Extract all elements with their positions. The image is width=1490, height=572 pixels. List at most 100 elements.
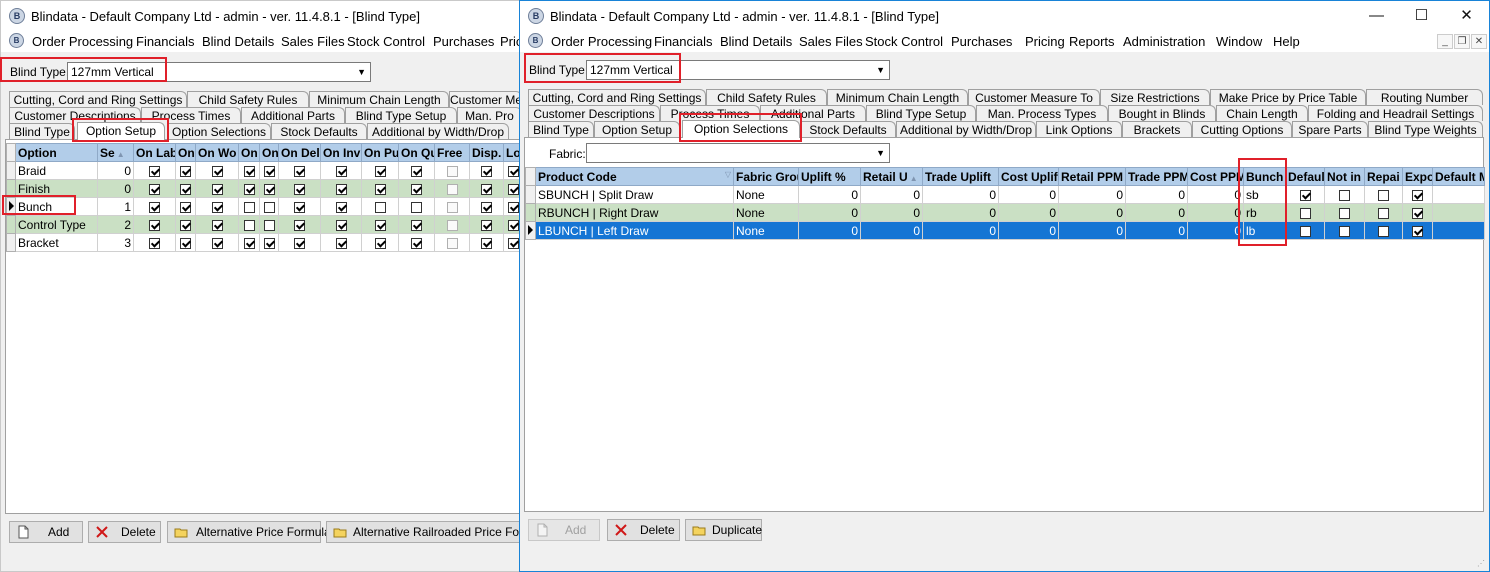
checkbox[interactable]	[1299, 207, 1311, 219]
cost-ppm-cell[interactable]: 0	[1187, 203, 1244, 222]
cost-ppm-cell[interactable]: 0	[1187, 221, 1244, 240]
checkbox[interactable]	[411, 237, 422, 249]
add-button[interactable]: Add	[9, 521, 83, 543]
uplift-cell[interactable]: 0	[798, 185, 861, 204]
checkbox[interactable]	[211, 237, 223, 249]
cost-ppm-cell[interactable]: 0	[1187, 185, 1244, 204]
checkbox-cell[interactable]	[195, 233, 239, 252]
col-on-a[interactable]: On	[175, 143, 196, 162]
retail-uplift-cell[interactable]: 0	[860, 185, 923, 204]
checkbox[interactable]	[211, 219, 223, 231]
checkbox-cell[interactable]	[238, 233, 260, 252]
alt-railroaded-price-button[interactable]: Alternative Railroaded Price Formula	[326, 521, 520, 543]
row-indicator[interactable]	[525, 185, 536, 204]
row-indicator[interactable]	[6, 233, 16, 252]
tab-customer-descriptions[interactable]: Customer Descriptions	[528, 105, 660, 121]
col-on-label[interactable]: On Lab	[133, 143, 176, 162]
fabric-group-cell[interactable]: None	[733, 221, 799, 240]
mdi-child-icon[interactable]: B	[9, 33, 24, 48]
checkbox-cell[interactable]	[278, 233, 321, 252]
col-on-c[interactable]: On	[259, 143, 279, 162]
checkbox-cell[interactable]	[469, 179, 504, 198]
checkbox[interactable]	[335, 201, 347, 213]
checkbox-cell[interactable]	[195, 179, 239, 198]
tab-additional-parts[interactable]: Additional Parts	[241, 107, 345, 123]
checkbox[interactable]	[1378, 189, 1389, 201]
checkbox[interactable]	[335, 165, 347, 177]
checkbox[interactable]	[243, 183, 255, 195]
menu-financials[interactable]: Financials	[136, 34, 195, 49]
resize-grip-icon[interactable]: ⋰	[1477, 559, 1487, 569]
menu-sales-files[interactable]: Sales Files	[799, 34, 863, 49]
checkbox-cell[interactable]	[238, 179, 260, 198]
table-row[interactable]: SBUNCH | Split Draw None 0 0 0 0 0 0 0 sb	[525, 185, 1485, 204]
bunch-cell[interactable]: lb	[1243, 221, 1286, 240]
checkbox[interactable]	[263, 183, 275, 195]
seq-cell[interactable]: 1	[97, 197, 134, 216]
col-on-invoice[interactable]: On Inv	[320, 143, 362, 162]
col-default-m[interactable]: Default M	[1432, 167, 1485, 186]
checkbox-cell[interactable]	[320, 215, 362, 234]
tab-option-selections[interactable]: Option Selections	[167, 123, 271, 139]
menu-purchases[interactable]: Purchases	[433, 34, 494, 49]
tab-customer-measure[interactable]: Customer Me	[449, 91, 520, 107]
checkbox[interactable]	[335, 237, 347, 249]
checkbox-cell[interactable]	[398, 233, 435, 252]
checkbox-cell[interactable]	[1364, 185, 1403, 204]
checkbox-cell[interactable]	[434, 197, 470, 216]
checkbox[interactable]	[294, 219, 305, 231]
checkbox[interactable]	[507, 237, 519, 249]
checkbox[interactable]	[180, 219, 191, 231]
tab-option-setup[interactable]: Option Setup	[77, 122, 165, 140]
menu-order-processing[interactable]: Order Processing	[32, 34, 133, 49]
checkbox[interactable]	[374, 201, 386, 213]
checkbox[interactable]	[507, 219, 519, 231]
checkbox-cell[interactable]	[195, 215, 239, 234]
col-on-delivery[interactable]: On Del	[278, 143, 321, 162]
table-row[interactable]: RBUNCH | Right Draw None 0 0 0 0 0 0 0 rb	[525, 203, 1485, 222]
checkbox[interactable]	[263, 201, 275, 213]
mdi-child-icon[interactable]: B	[528, 33, 543, 48]
checkbox-cell[interactable]	[434, 215, 470, 234]
tab-cutting-cord[interactable]: Cutting, Cord and Ring Settings	[528, 89, 706, 105]
col-retail-ppm[interactable]: Retail PPM	[1058, 167, 1126, 186]
checkbox[interactable]	[180, 237, 191, 249]
col-on-purchase[interactable]: On Pu	[361, 143, 399, 162]
checkbox[interactable]	[446, 183, 458, 195]
tab-blind-type[interactable]: Blind Type	[528, 121, 594, 137]
checkbox-cell[interactable]	[259, 179, 279, 198]
fabric-group-cell[interactable]: None	[733, 185, 799, 204]
delete-button[interactable]: Delete	[607, 519, 680, 541]
menu-pricing[interactable]: Pricing	[1025, 34, 1065, 49]
checkbox-cell[interactable]	[133, 215, 176, 234]
checkbox-cell[interactable]	[398, 179, 435, 198]
menu-stock-control[interactable]: Stock Control	[347, 34, 425, 49]
checkbox[interactable]	[374, 183, 386, 195]
checkbox[interactable]	[374, 165, 386, 177]
option-cell[interactable]: Control Type	[15, 215, 98, 234]
retail-uplift-cell[interactable]: 0	[860, 221, 923, 240]
checkbox-cell[interactable]	[238, 161, 260, 180]
checkbox[interactable]	[180, 201, 191, 213]
tab-customer-measure[interactable]: Customer Measure To	[968, 89, 1100, 105]
tab-routing-number[interactable]: Routing Number	[1366, 89, 1483, 105]
checkbox-cell[interactable]	[195, 161, 239, 180]
blind-type-combo[interactable]: 127mm Vertical ▼	[67, 62, 371, 82]
fabric-group-cell[interactable]: None	[733, 203, 799, 222]
cost-uplift-cell[interactable]: 0	[998, 221, 1059, 240]
delete-button[interactable]: Delete	[88, 521, 161, 543]
checkbox[interactable]	[374, 219, 386, 231]
retail-ppm-cell[interactable]: 0	[1058, 221, 1126, 240]
trade-ppm-cell[interactable]: 0	[1125, 203, 1188, 222]
checkbox[interactable]	[1339, 189, 1350, 201]
checkbox[interactable]	[149, 237, 160, 249]
checkbox[interactable]	[211, 201, 223, 213]
checkbox-cell[interactable]	[361, 215, 399, 234]
menu-purchases[interactable]: Purchases	[951, 34, 1012, 49]
col-default[interactable]: Defaul	[1285, 167, 1325, 186]
seq-cell[interactable]: 2	[97, 215, 134, 234]
tab-customer-descriptions[interactable]: Customer Descriptions	[9, 107, 141, 123]
option-cell[interactable]: Bunch	[15, 197, 98, 216]
checkbox[interactable]	[243, 237, 255, 249]
checkbox-cell[interactable]	[175, 233, 196, 252]
